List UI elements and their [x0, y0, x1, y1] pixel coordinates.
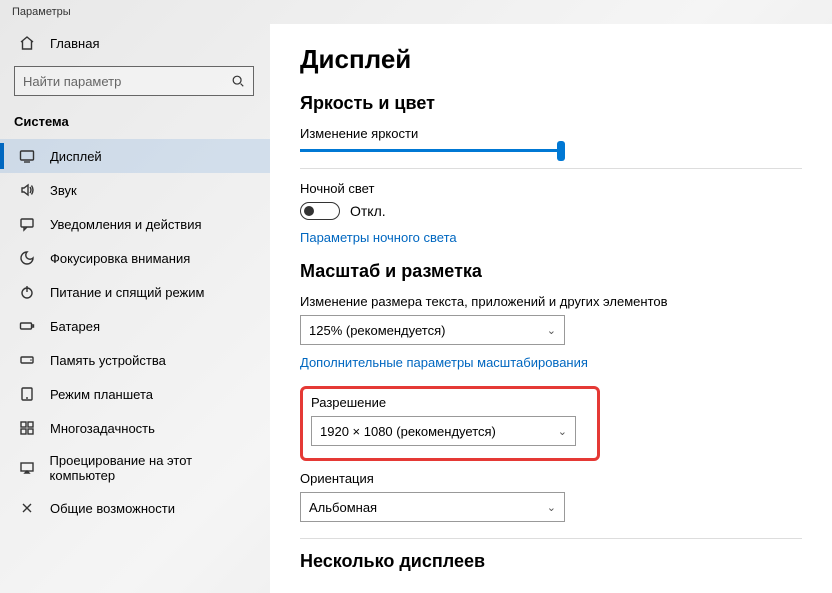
resolution-label: Разрешение — [311, 395, 589, 410]
sidebar-item-label: Питание и спящий режим — [50, 285, 204, 300]
sidebar-section-label: Система — [0, 110, 270, 139]
projecting-icon — [18, 459, 36, 477]
sidebar-item-shared[interactable]: Общие возможности — [0, 491, 270, 525]
resolution-value: 1920 × 1080 (рекомендуется) — [320, 424, 496, 439]
divider — [300, 168, 802, 169]
search-input[interactable] — [23, 74, 231, 89]
search-box[interactable] — [14, 66, 254, 96]
night-light-settings-link[interactable]: Параметры ночного света — [300, 230, 802, 245]
multi-display-heading: Несколько дисплеев — [300, 551, 802, 572]
sidebar-item-label: Звук — [50, 183, 77, 198]
brightness-slider[interactable] — [300, 149, 565, 152]
orientation-label: Ориентация — [300, 471, 802, 486]
search-icon — [231, 74, 245, 88]
multitasking-icon — [18, 419, 36, 437]
chevron-down-icon: ⌄ — [558, 425, 567, 438]
brightness-slider-label: Изменение яркости — [300, 126, 802, 141]
notifications-icon — [18, 215, 36, 233]
sidebar-item-label: Проецирование на этот компьютер — [50, 453, 256, 483]
sidebar-item-label: Фокусировка внимания — [50, 251, 190, 266]
night-light-toggle[interactable] — [300, 202, 340, 220]
storage-icon — [18, 351, 36, 369]
display-icon — [18, 147, 36, 165]
page-title: Дисплей — [300, 44, 802, 75]
home-label: Главная — [50, 36, 99, 51]
sidebar-item-focus-assist[interactable]: Фокусировка внимания — [0, 241, 270, 275]
main-content: Дисплей Яркость и цвет Изменение яркости… — [270, 24, 832, 593]
resolution-dropdown[interactable]: 1920 × 1080 (рекомендуется) ⌄ — [311, 416, 576, 446]
night-light-label: Ночной свет — [300, 181, 802, 196]
sidebar-item-battery[interactable]: Батарея — [0, 309, 270, 343]
power-icon — [18, 283, 36, 301]
chevron-down-icon: ⌄ — [547, 324, 556, 337]
text-size-label: Изменение размера текста, приложений и д… — [300, 294, 802, 309]
sidebar-item-label: Дисплей — [50, 149, 102, 164]
advanced-scaling-link[interactable]: Дополнительные параметры масштабирования — [300, 355, 802, 370]
tablet-mode-icon — [18, 385, 36, 403]
sidebar-item-label: Многозадачность — [50, 421, 155, 436]
sidebar-item-multitasking[interactable]: Многозадачность — [0, 411, 270, 445]
sidebar-item-sound[interactable]: Звук — [0, 173, 270, 207]
divider — [300, 538, 802, 539]
focus-assist-icon — [18, 249, 36, 267]
text-size-dropdown[interactable]: 125% (рекомендуется) ⌄ — [300, 315, 565, 345]
sidebar-item-tablet[interactable]: Режим планшета — [0, 377, 270, 411]
sidebar-item-label: Батарея — [50, 319, 100, 334]
night-light-state: Откл. — [350, 203, 386, 219]
battery-icon — [18, 317, 36, 335]
sidebar-item-notifications[interactable]: Уведомления и действия — [0, 207, 270, 241]
shared-experiences-icon — [18, 499, 36, 517]
text-size-value: 125% (рекомендуется) — [309, 323, 445, 338]
resolution-highlight: Разрешение 1920 × 1080 (рекомендуется) ⌄ — [300, 386, 600, 461]
sidebar-item-label: Общие возможности — [50, 501, 175, 516]
scale-heading: Масштаб и разметка — [300, 261, 802, 282]
home-icon — [18, 34, 36, 52]
slider-thumb[interactable] — [557, 141, 565, 161]
sidebar-item-label: Режим планшета — [50, 387, 153, 402]
sidebar-item-label: Уведомления и действия — [50, 217, 202, 232]
chevron-down-icon: ⌄ — [547, 501, 556, 514]
window-title: Параметры — [0, 0, 832, 24]
sidebar-item-projecting[interactable]: Проецирование на этот компьютер — [0, 445, 270, 491]
home-nav[interactable]: Главная — [0, 24, 270, 62]
brightness-heading: Яркость и цвет — [300, 93, 802, 114]
orientation-value: Альбомная — [309, 500, 377, 515]
sidebar-item-power[interactable]: Питание и спящий режим — [0, 275, 270, 309]
sidebar-item-storage[interactable]: Память устройства — [0, 343, 270, 377]
sidebar: Главная Система Дисплей Звук Уведомления… — [0, 24, 270, 593]
toggle-knob — [304, 206, 314, 216]
sidebar-item-label: Память устройства — [50, 353, 166, 368]
orientation-dropdown[interactable]: Альбомная ⌄ — [300, 492, 565, 522]
sound-icon — [18, 181, 36, 199]
sidebar-item-display[interactable]: Дисплей — [0, 139, 270, 173]
